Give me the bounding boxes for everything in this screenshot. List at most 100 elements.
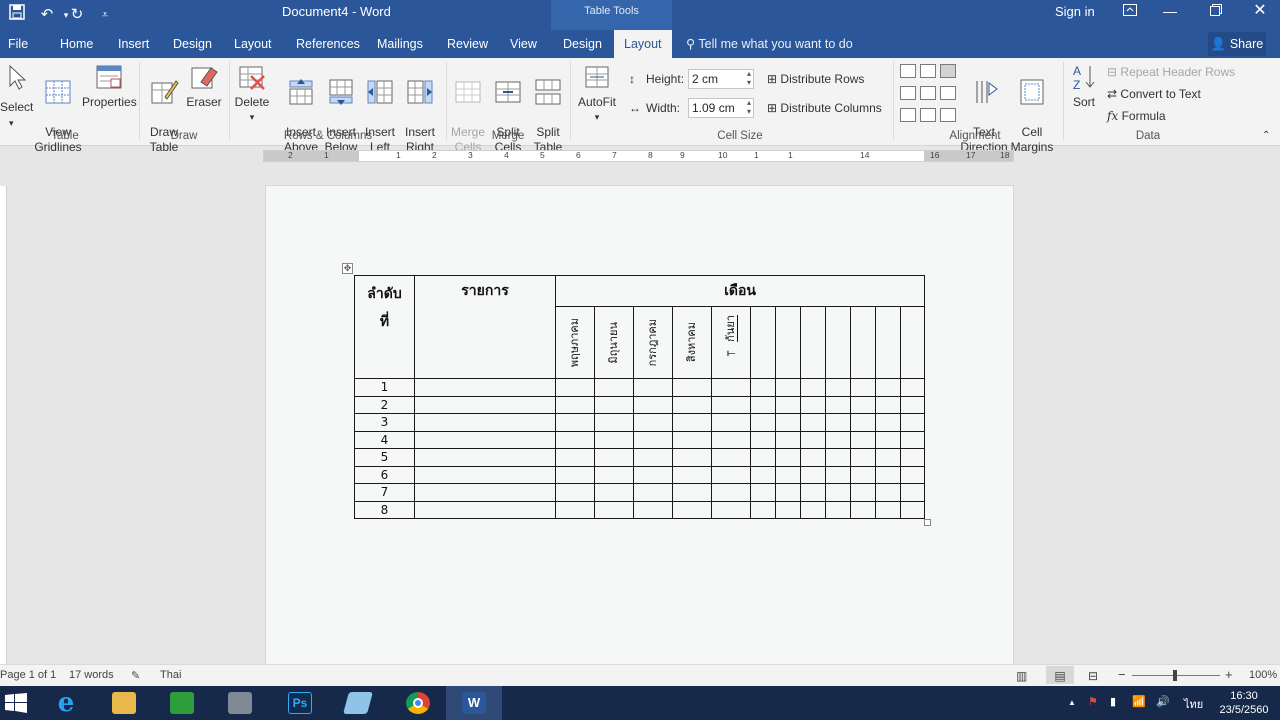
data-cell[interactable]	[800, 465, 826, 484]
data-cell[interactable]	[633, 413, 673, 432]
proofing-icon[interactable]: ✎	[131, 669, 140, 682]
data-cell[interactable]	[850, 395, 876, 414]
data-cell[interactable]	[775, 465, 801, 484]
restore-icon[interactable]	[1196, 0, 1236, 24]
calculator-icon[interactable]	[212, 686, 268, 720]
data-cell[interactable]	[672, 500, 712, 519]
data-cell[interactable]	[750, 430, 776, 449]
data-cell[interactable]	[750, 465, 776, 484]
data-cell[interactable]	[555, 483, 595, 502]
row-number[interactable]: 3	[354, 413, 415, 432]
data-cell[interactable]	[850, 378, 876, 397]
action-center-icon[interactable]: ⚑	[1088, 695, 1098, 708]
data-cell[interactable]	[875, 430, 901, 449]
data-cell[interactable]	[672, 395, 712, 414]
data-cell[interactable]	[711, 413, 751, 432]
row-number[interactable]: 6	[354, 465, 415, 484]
data-cell[interactable]	[633, 500, 673, 519]
start-icon[interactable]	[0, 686, 34, 720]
data-cell[interactable]	[633, 378, 673, 397]
row-number[interactable]: 1	[354, 378, 415, 397]
data-cell[interactable]	[825, 430, 851, 449]
data-cell[interactable]	[750, 483, 776, 502]
formula-button[interactable]: fx Formula	[1107, 108, 1166, 124]
data-cell[interactable]	[900, 448, 925, 467]
row-number[interactable]: 5	[354, 448, 415, 467]
align-top-left-icon[interactable]	[900, 64, 916, 78]
align-center-left-icon[interactable]	[900, 86, 916, 100]
data-cell[interactable]	[850, 465, 876, 484]
data-cell[interactable]	[711, 395, 751, 414]
item-cell[interactable]	[414, 483, 556, 502]
battery-icon[interactable]: ▮	[1110, 695, 1116, 708]
save-icon[interactable]	[6, 4, 28, 26]
month-cell[interactable]: สิงหาคม	[672, 306, 712, 379]
table-move-handle-icon[interactable]: ✥	[342, 263, 353, 274]
autofit-button[interactable]: AutoFit ▾	[575, 62, 619, 125]
data-cell[interactable]	[633, 483, 673, 502]
properties-button[interactable]: Properties	[82, 62, 137, 110]
table-header-item[interactable]: รายการ	[414, 275, 556, 379]
file-explorer-icon[interactable]	[96, 686, 152, 720]
tab-home[interactable]: Home	[60, 36, 93, 52]
tab-file[interactable]: File	[8, 36, 28, 52]
data-cell[interactable]	[875, 378, 901, 397]
zoom-slider-thumb[interactable]	[1173, 670, 1177, 681]
data-cell[interactable]	[775, 378, 801, 397]
internet-explorer-icon[interactable]: e	[38, 686, 94, 720]
align-center-right-icon[interactable]	[940, 86, 956, 100]
zoom-in-icon[interactable]: +	[1225, 667, 1233, 682]
data-cell[interactable]	[711, 448, 751, 467]
web-layout-icon[interactable]: ⊟	[1088, 669, 1098, 683]
data-cell[interactable]	[775, 413, 801, 432]
data-cell[interactable]	[594, 500, 634, 519]
month-cell[interactable]	[850, 306, 876, 379]
align-center-icon[interactable]	[920, 86, 936, 100]
close-icon[interactable]: ✕	[1240, 0, 1280, 24]
data-cell[interactable]	[672, 413, 712, 432]
clock[interactable]: 16:30 23/5/2560	[1214, 689, 1274, 717]
data-cell[interactable]	[711, 483, 751, 502]
distribute-rows-button[interactable]: ⊞ Distribute Rows	[767, 71, 864, 87]
data-cell[interactable]	[850, 500, 876, 519]
data-cell[interactable]	[555, 395, 595, 414]
data-cell[interactable]	[825, 500, 851, 519]
select-button[interactable]: Select ▾	[0, 62, 33, 128]
zoom-out-icon[interactable]: −	[1118, 667, 1126, 682]
tab-review[interactable]: Review	[447, 36, 488, 52]
minimize-icon[interactable]: —	[1150, 0, 1190, 24]
item-cell[interactable]	[414, 448, 556, 467]
data-cell[interactable]	[850, 413, 876, 432]
data-cell[interactable]	[633, 448, 673, 467]
tab-view[interactable]: View	[510, 36, 537, 52]
data-cell[interactable]	[594, 483, 634, 502]
data-cell[interactable]	[875, 448, 901, 467]
data-cell[interactable]	[800, 483, 826, 502]
item-cell[interactable]	[414, 430, 556, 449]
tab-design[interactable]: Design	[173, 36, 212, 52]
convert-to-text-button[interactable]: ⇄ Convert to Text	[1107, 86, 1201, 102]
data-cell[interactable]	[750, 395, 776, 414]
chrome-icon[interactable]	[390, 686, 446, 720]
table-header-order[interactable]: ลำดับ ที่	[354, 275, 415, 379]
data-cell[interactable]	[900, 483, 925, 502]
align-bottom-left-icon[interactable]	[900, 108, 916, 122]
photoshop-icon[interactable]: Ps	[272, 686, 328, 720]
item-cell[interactable]	[414, 500, 556, 519]
data-cell[interactable]	[800, 430, 826, 449]
item-cell[interactable]	[414, 465, 556, 484]
data-cell[interactable]	[633, 465, 673, 484]
data-cell[interactable]	[594, 465, 634, 484]
page-count[interactable]: Page 1 of 1	[0, 669, 56, 681]
row-number[interactable]: 2	[354, 395, 415, 414]
row-number[interactable]: 7	[354, 483, 415, 502]
data-cell[interactable]	[672, 483, 712, 502]
data-cell[interactable]	[825, 378, 851, 397]
tab-references[interactable]: References	[296, 36, 360, 52]
data-cell[interactable]	[900, 465, 925, 484]
data-cell[interactable]	[555, 430, 595, 449]
month-cell[interactable]	[800, 306, 826, 379]
app-icon[interactable]	[330, 686, 386, 720]
item-cell[interactable]	[414, 378, 556, 397]
data-cell[interactable]	[800, 448, 826, 467]
